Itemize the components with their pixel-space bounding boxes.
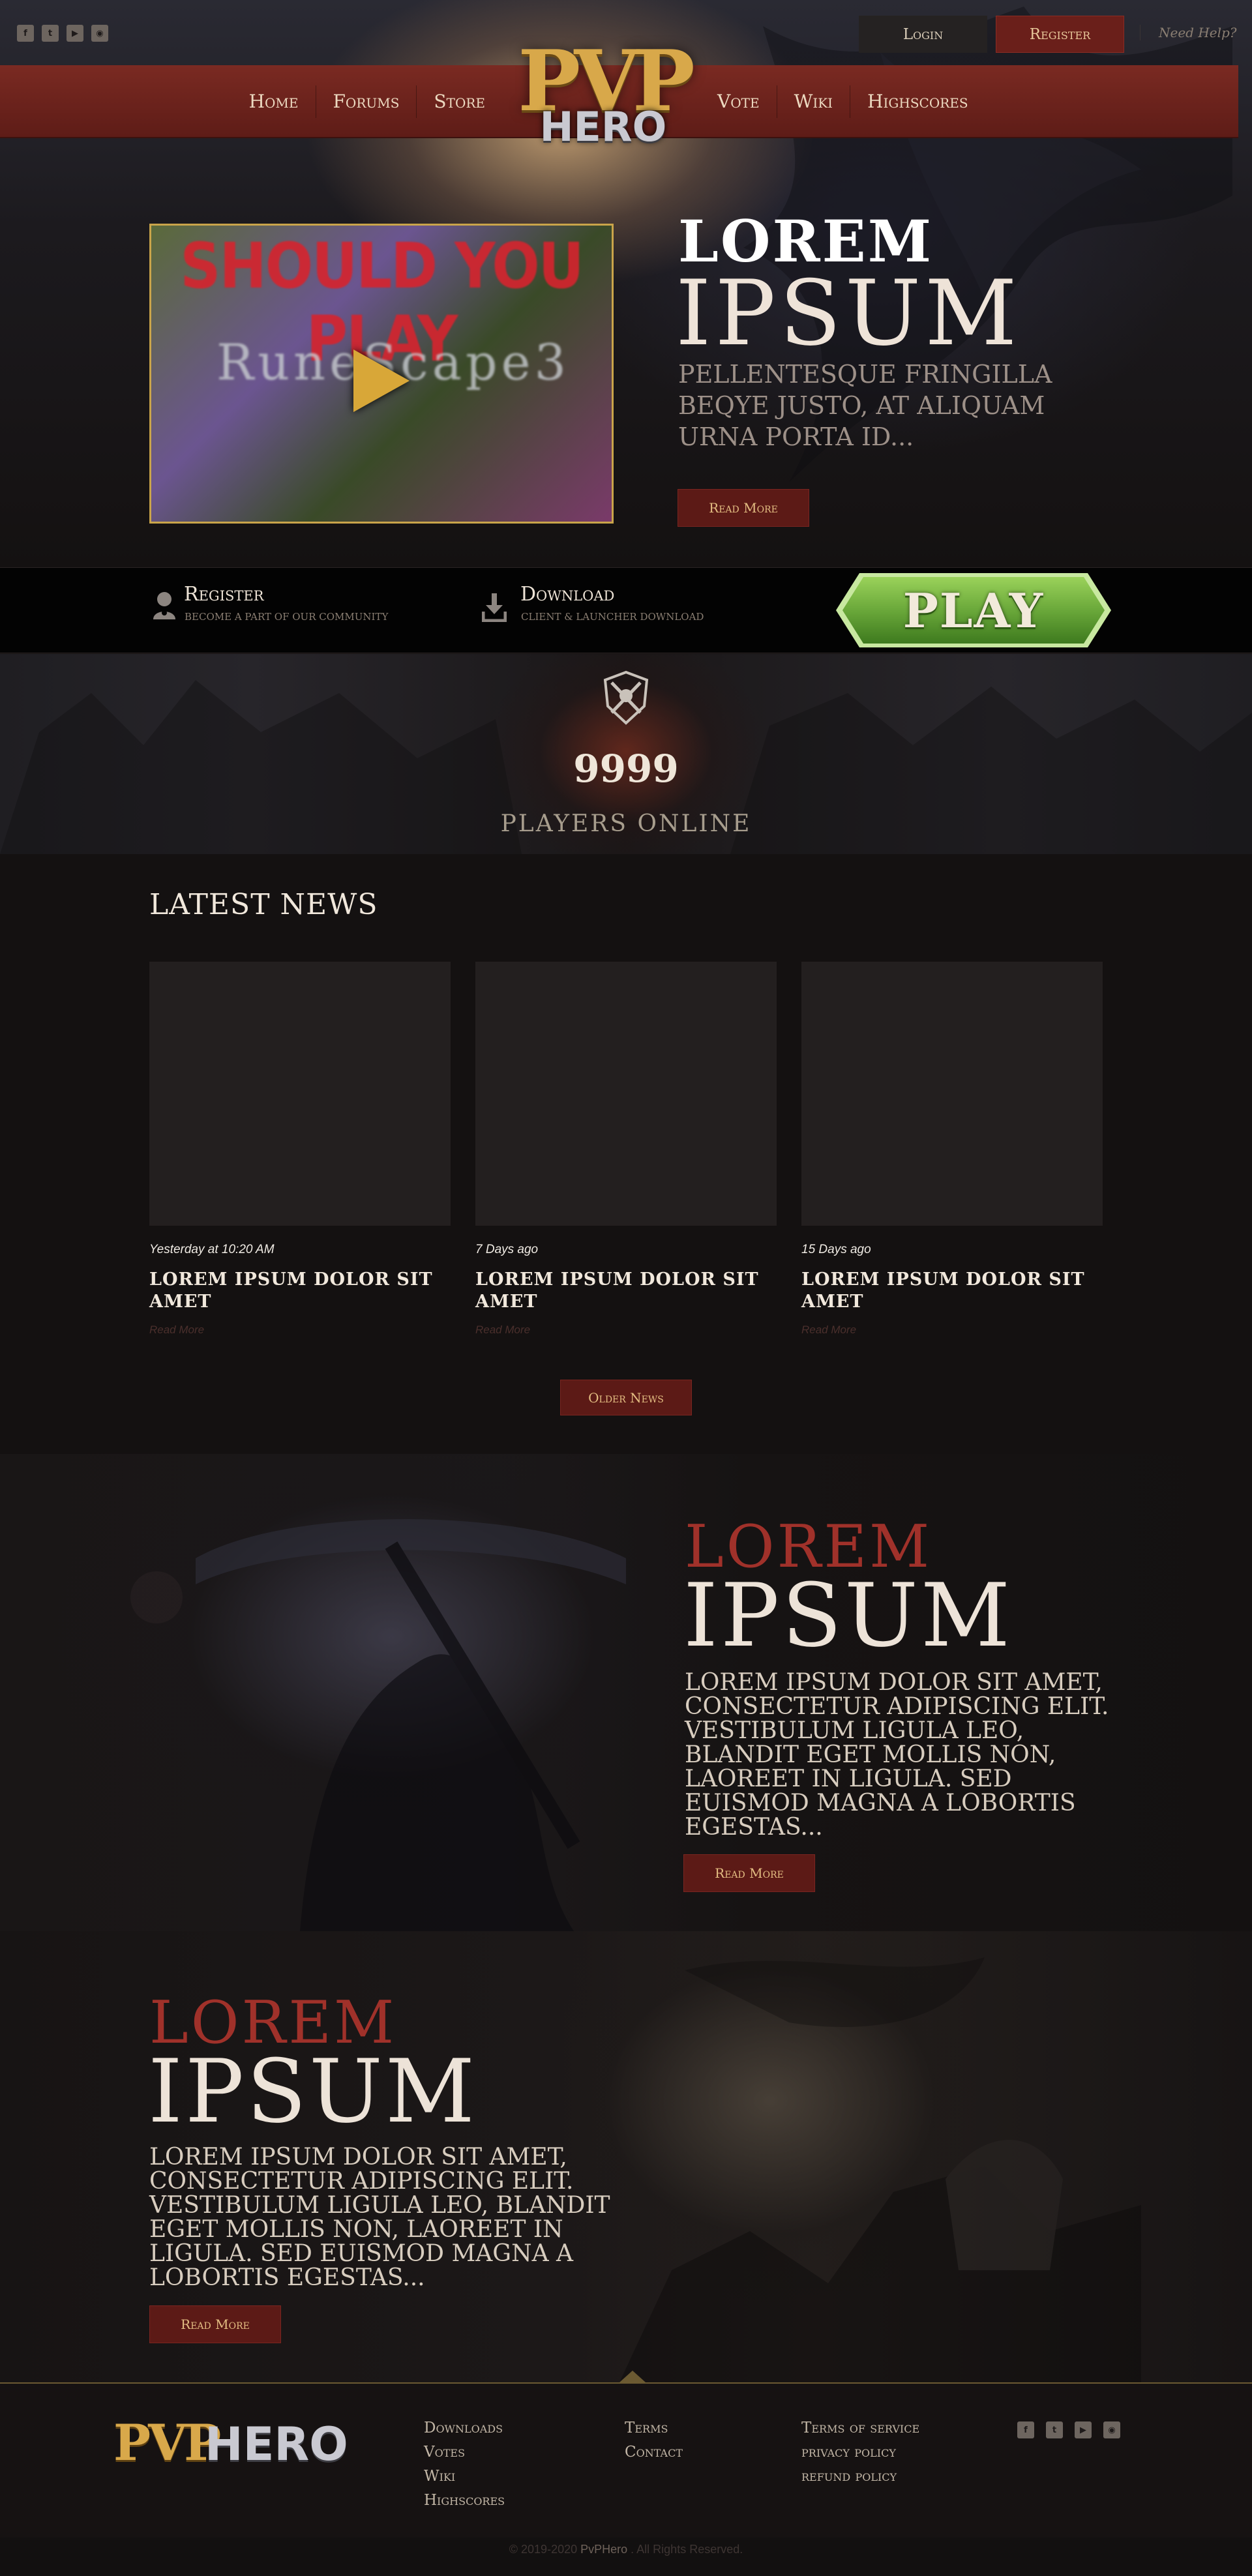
- feature1-read-more-button[interactable]: Read More: [683, 1854, 815, 1892]
- hero-read-more-button[interactable]: Read More: [678, 489, 809, 527]
- news-card-date: 7 Days ago: [475, 1243, 539, 1256]
- youtube-icon[interactable]: ▶: [1075, 2421, 1092, 2438]
- register-action-title[interactable]: Register: [184, 583, 264, 606]
- register-action-subtitle: Become a part of our community: [185, 611, 389, 623]
- play-button-label[interactable]: PLAY: [833, 574, 1114, 647]
- need-help-link[interactable]: Need Help?: [1140, 25, 1238, 40]
- play-icon[interactable]: [353, 349, 410, 412]
- news-card-image[interactable]: [801, 962, 1103, 1226]
- news-card-date: 15 Days ago: [801, 1243, 871, 1256]
- feature1-description: Lorem ipsum dolor sit amet, consectetur …: [685, 1669, 1109, 1841]
- footer-logo-hero: HERO: [205, 2418, 348, 2471]
- footer-link-contact[interactable]: Contact: [625, 2444, 683, 2461]
- twitter-icon[interactable]: t: [1046, 2421, 1063, 2438]
- footer-link-votes[interactable]: Votes: [424, 2444, 505, 2461]
- discord-icon[interactable]: ◉: [1103, 2421, 1120, 2438]
- players-online-label: Players Online: [500, 810, 752, 837]
- login-button[interactable]: Login: [859, 16, 987, 53]
- copyright-suffix: . All Rights Reserved.: [627, 2543, 743, 2556]
- nav-item-forums[interactable]: Forums: [315, 85, 417, 118]
- facebook-icon[interactable]: f: [17, 25, 34, 42]
- footer-link-refund-policy[interactable]: refund policy: [801, 2468, 919, 2485]
- user-icon: [153, 592, 175, 619]
- footer-notch: [619, 2371, 646, 2382]
- news-card-title[interactable]: Lorem ipsum dolor sit amet: [475, 1269, 762, 1313]
- footer-link-wiki[interactable]: Wiki: [424, 2468, 505, 2485]
- news-card-date: Yesterday at 10:20 AM: [149, 1243, 275, 1256]
- logo-hero-text: HERO: [539, 103, 667, 151]
- footer-link-terms-of-service[interactable]: Terms of service: [801, 2420, 919, 2436]
- facebook-icon[interactable]: f: [1017, 2421, 1034, 2438]
- download-action-title[interactable]: Download: [520, 583, 614, 606]
- nav-item-wiki[interactable]: Wiki: [776, 85, 850, 118]
- nav-right-group: Vote Wiki Highscores: [700, 65, 985, 138]
- players-online-count: 9999: [573, 747, 679, 791]
- news-card-image[interactable]: [475, 962, 777, 1226]
- copyright-prefix: © 2019-2020: [509, 2543, 581, 2556]
- copyright-bar: © 2019-2020 PvPHero . All Rights Reserve…: [0, 2538, 1252, 2576]
- news-card-title[interactable]: Lorem ipsum dolor sit amet: [801, 1269, 1088, 1313]
- featured-video[interactable]: SHOULD YOU PLAY RuneScape3: [149, 224, 614, 524]
- download-icon: [482, 593, 507, 622]
- feature1-heading-large: IPSUM: [683, 1565, 1013, 1666]
- news-card-read-more[interactable]: Read More: [475, 1324, 530, 1337]
- feature2-description: Lorem ipsum dolor sit amet, consectetur …: [149, 2144, 610, 2291]
- footer-links-column-2: Terms Contact: [625, 2420, 683, 2461]
- news-card-read-more[interactable]: Read More: [149, 1324, 204, 1337]
- footer-link-highscores[interactable]: Highscores: [424, 2493, 505, 2509]
- news-card-title[interactable]: Lorem ipsum dolor sit amet: [149, 1269, 436, 1313]
- twitter-icon[interactable]: t: [42, 25, 59, 42]
- crossed-swords-emblem-icon: [603, 670, 649, 725]
- feature2-read-more-button[interactable]: Read More: [149, 2305, 281, 2343]
- footer-link-terms[interactable]: Terms: [625, 2420, 683, 2436]
- news-card-read-more[interactable]: Read More: [801, 1324, 856, 1337]
- youtube-icon[interactable]: ▶: [67, 25, 83, 42]
- battle-scene-artwork: [619, 1957, 1141, 2382]
- footer-link-downloads[interactable]: Downloads: [424, 2420, 505, 2436]
- nav-left-group: Home Forums Store: [232, 65, 502, 138]
- social-links-footer: f t ▶ ◉: [1017, 2421, 1120, 2438]
- hero-heading-large: IPSUM: [676, 261, 1021, 366]
- latest-news-heading: Latest News: [149, 888, 378, 921]
- site-logo[interactable]: PVP HERO: [505, 26, 701, 170]
- copyright-brand[interactable]: PvPHero: [580, 2543, 627, 2556]
- nav-item-store[interactable]: Store: [416, 85, 502, 118]
- register-button[interactable]: Register: [996, 16, 1124, 53]
- footer-links-column-3: Terms of service privacy policy refund p…: [801, 2420, 919, 2485]
- arena-warrior-artwork: [130, 1519, 626, 1931]
- social-links-header: f t ▶ ◉: [17, 25, 108, 42]
- nav-item-highscores[interactable]: Highscores: [850, 85, 985, 118]
- footer-logo[interactable]: PVP HERO: [113, 2414, 348, 2474]
- feature2-heading-large: IPSUM: [148, 2041, 478, 2142]
- discord-icon[interactable]: ◉: [91, 25, 108, 42]
- nav-item-vote[interactable]: Vote: [700, 85, 777, 118]
- older-news-button[interactable]: Older News: [560, 1380, 692, 1415]
- hero-description: Pellentesque fringilla beqye justo, at a…: [678, 360, 1052, 451]
- footer-link-privacy-policy[interactable]: privacy policy: [801, 2444, 919, 2461]
- nav-item-home[interactable]: Home: [232, 85, 316, 118]
- download-action-subtitle: Client & Launcher Download: [521, 611, 704, 623]
- footer-logo-pvp: PVP: [113, 2414, 221, 2472]
- news-card-image[interactable]: [149, 962, 451, 1226]
- footer-links-column-1: Downloads Votes Wiki Highscores: [424, 2420, 505, 2509]
